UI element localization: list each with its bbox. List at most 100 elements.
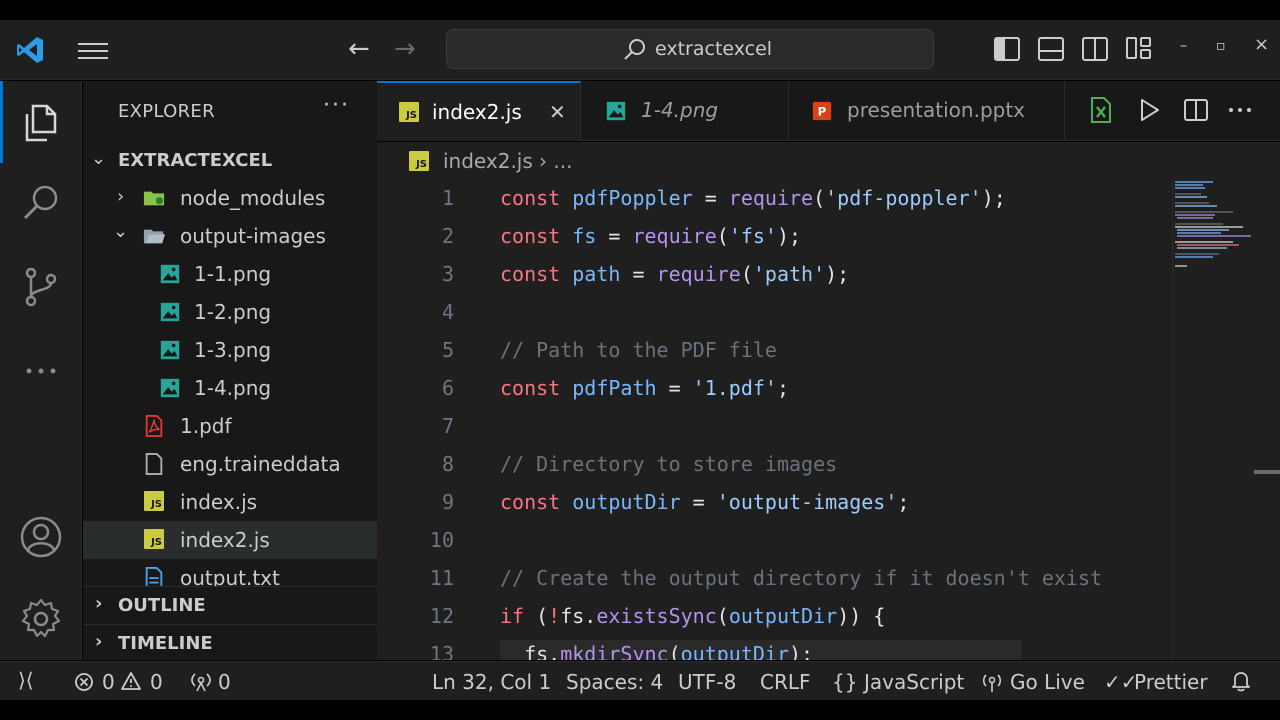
settings-gear-icon[interactable]	[19, 597, 63, 641]
line-ending[interactable]: CRLF	[760, 670, 811, 694]
run-play-icon[interactable]	[1137, 97, 1161, 123]
tree-item-1-2-png[interactable]: 1-2.png	[83, 293, 377, 331]
forward-arrow-icon[interactable]: →	[394, 34, 416, 64]
code-token: !	[548, 604, 561, 628]
outline-section-header[interactable]: › OUTLINE	[83, 586, 377, 624]
editor-scrollbar-thumb[interactable]	[1254, 470, 1280, 474]
code-line[interactable]: 9 const outputDir = 'output-images';	[377, 484, 1280, 522]
maximize-button[interactable]: ▫	[1216, 38, 1226, 54]
more-actions-icon[interactable]	[1227, 97, 1253, 123]
code-token: existsSync	[596, 604, 717, 628]
hamburger-menu-icon[interactable]	[78, 38, 108, 62]
code-line[interactable]: 13 fs.mkdirSync(outputDir);	[377, 636, 1280, 660]
code-line[interactable]: 1 const pdfPoppler = require('pdf-poppler…	[377, 180, 1280, 218]
prettier-button[interactable]: ✓✓ Prettier	[1104, 670, 1208, 694]
code-text: // Create the output directory if it doe…	[500, 566, 1102, 590]
chevron-right-icon: ›	[95, 631, 103, 652]
remote-indicator-icon[interactable]: ⟩⟨	[18, 668, 34, 692]
tab-1-4-png[interactable]: 1-4.png	[581, 81, 789, 141]
code-line[interactable]: 7	[377, 408, 1280, 446]
line-number: 12	[429, 604, 454, 628]
tree-item-1-1-png[interactable]: 1-1.png	[83, 255, 377, 293]
breadcrumb-file[interactable]: index2.js	[443, 149, 533, 173]
code-token: fs.	[560, 604, 597, 628]
code-line[interactable]: 5 // Path to the PDF file	[377, 332, 1280, 370]
back-arrow-icon[interactable]: ←	[348, 34, 370, 64]
close-window-button[interactable]: ×	[1254, 34, 1269, 55]
tab-index2-js[interactable]: JS index2.js ✕	[377, 81, 581, 141]
code-line[interactable]: 4	[377, 294, 1280, 332]
ports-count: 0	[218, 670, 231, 694]
code-line[interactable]: 11 // Create the output directory if it d…	[377, 560, 1280, 598]
code-line[interactable]: 6 const pdfPath = '1.pdf';	[377, 370, 1280, 408]
code-line[interactable]: 2 const fs = require('fs');	[377, 218, 1280, 256]
outline-label: OUTLINE	[118, 595, 206, 616]
tree-item-node-modules[interactable]: › node_modules	[83, 179, 377, 217]
line-number: 11	[429, 566, 454, 590]
code-text: // Path to the PDF file	[500, 338, 777, 362]
tree-item-eng-traineddata[interactable]: eng.traineddata	[83, 445, 377, 483]
toggle-panel-icon[interactable]	[1038, 37, 1064, 61]
code-line[interactable]: 10	[377, 522, 1280, 560]
code-token: const	[500, 490, 573, 514]
code-editor[interactable]: 1 const pdfPoppler = require('pdf-poppler…	[377, 180, 1280, 660]
language-mode[interactable]: {} JavaScript	[832, 670, 964, 694]
tree-item-1-pdf[interactable]: 1.pdf	[83, 407, 377, 445]
tab-label: index2.js	[432, 100, 522, 124]
more-views-icon[interactable]	[19, 349, 63, 393]
tab-presentation-pptx[interactable]: P presentation.pptx	[789, 81, 1065, 141]
tree-item-output-images[interactable]: ⌄ output-images	[83, 217, 377, 255]
split-editor-icon[interactable]	[1183, 97, 1209, 123]
command-center-search[interactable]: extractexcel	[446, 29, 934, 69]
toggle-primary-sidebar-icon[interactable]	[994, 37, 1020, 61]
cursor-position[interactable]: Ln 32, Col 1	[432, 670, 551, 694]
customize-layout-icon[interactable]	[1126, 37, 1152, 61]
tab-label: 1-4.png	[641, 98, 719, 122]
code-token: (	[536, 604, 549, 628]
code-token: (	[716, 604, 729, 628]
notifications-bell-icon[interactable]	[1230, 670, 1252, 692]
pdf-file-icon	[145, 415, 163, 437]
code-token: );	[789, 642, 814, 660]
code-token: );	[981, 186, 1006, 210]
encoding[interactable]: UTF-8	[678, 670, 736, 694]
indentation[interactable]: Spaces: 4	[566, 670, 663, 694]
close-tab-icon[interactable]: ✕	[549, 100, 566, 124]
tree-item-index2-js[interactable]: JS index2.js	[83, 521, 377, 559]
breadcrumb-rest[interactable]: › ...	[539, 149, 572, 173]
timeline-label: TIMELINE	[118, 633, 213, 654]
tree-item-index-js[interactable]: JS index.js	[83, 483, 377, 521]
explorer-more-actions[interactable]: ···	[323, 93, 350, 118]
line-number: 5	[441, 338, 454, 362]
code-line[interactable]: 3 const path = require('path');	[377, 256, 1280, 294]
tree-item-1-3-png[interactable]: 1-3.png	[83, 331, 377, 369]
toggle-secondary-sidebar-icon[interactable]	[1082, 37, 1108, 61]
minimize-button[interactable]: –	[1180, 38, 1187, 54]
code-token: const	[500, 262, 573, 286]
code-token: fs	[572, 224, 597, 248]
tab-label: presentation.pptx	[847, 98, 1026, 122]
explorer-files-icon[interactable]	[19, 100, 63, 144]
code-text: const pdfPath = '1.pdf';	[500, 376, 789, 400]
command-center-text: extractexcel	[655, 38, 773, 60]
search-icon[interactable]	[19, 181, 63, 225]
vscode-logo-icon[interactable]	[14, 34, 46, 66]
explorer-root-folder[interactable]: ⌄ EXTRACTEXCEL	[83, 141, 377, 179]
excel-icon[interactable]	[1089, 97, 1113, 123]
source-control-icon[interactable]	[19, 265, 63, 309]
timeline-section-header[interactable]: › TIMELINE	[83, 624, 377, 660]
code-token: path	[572, 262, 621, 286]
code-line[interactable]: 8 // Directory to store images	[377, 446, 1280, 484]
code-token: ;	[776, 376, 790, 400]
code-token: outputDir	[572, 490, 681, 514]
line-number: 9	[441, 490, 454, 514]
js-file-icon: JS	[144, 529, 164, 549]
line-number: 2	[441, 224, 454, 248]
tree-item-1-4-png[interactable]: 1-4.png	[83, 369, 377, 407]
code-token: '1.pdf'	[692, 376, 777, 400]
code-token: (	[813, 186, 826, 210]
go-live-label: Go Live	[1010, 670, 1085, 694]
accounts-icon[interactable]	[19, 515, 63, 559]
code-text: fs.mkdirSync(outputDir);	[500, 642, 813, 660]
code-line[interactable]: 12 if (!fs.existsSync(outputDir)) {	[377, 598, 1280, 636]
